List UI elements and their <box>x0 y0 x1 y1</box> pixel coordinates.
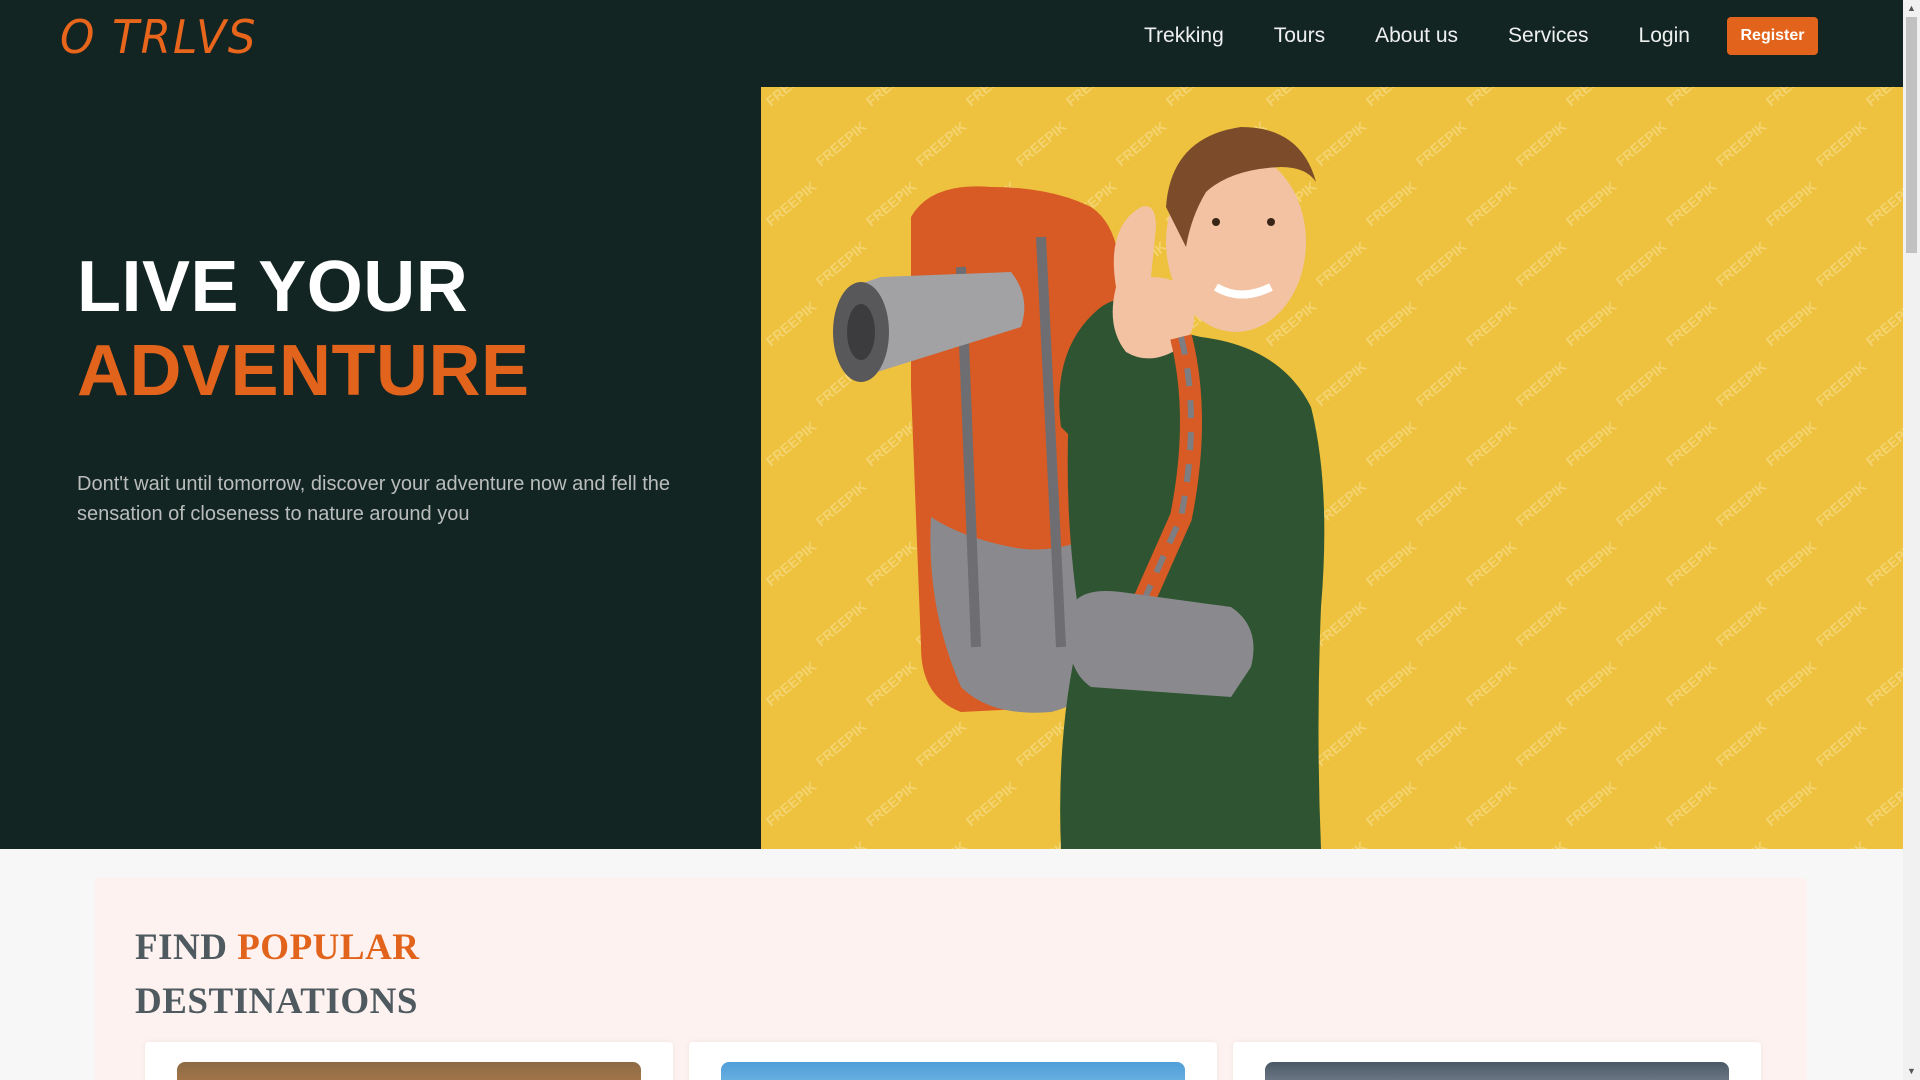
hero-text-panel: LIVE YOUR ADVENTURE Dont't wait until to… <box>0 87 761 849</box>
nav-link-about-us[interactable]: About us <box>1375 24 1458 48</box>
destination-thumbnail[interactable] <box>721 1062 1185 1080</box>
hero-title-line1: LIVE YOUR <box>77 247 469 327</box>
backpacker-illustration: FREEPIK FREEPIK FREEPIK FREEPIK FREEPIK FREEP… <box>761 87 1903 849</box>
destination-card[interactable] <box>1233 1042 1761 1080</box>
main-nav: Trekking Tours About us Services Login <box>1144 24 1690 48</box>
hero-title-line2: ADVENTURE <box>77 331 530 411</box>
destination-card[interactable] <box>145 1042 673 1080</box>
hero-title: LIVE YOUR ADVENTURE <box>77 245 530 413</box>
destinations-title-word2: POPULAR <box>237 927 420 968</box>
hero-image-backpacker: FREEPIK FREEPIK FREEPIK FREEPIK FREEPIK FREEP… <box>761 87 1903 849</box>
nav-link-services[interactable]: Services <box>1508 24 1589 48</box>
nav-link-login[interactable]: Login <box>1639 24 1690 48</box>
destination-thumbnail[interactable] <box>1265 1062 1729 1080</box>
site-header: O TRLVS Trekking Tours About us Services… <box>0 0 1903 87</box>
destination-card[interactable] <box>689 1042 1217 1080</box>
page-scrollbar[interactable]: ▲ ▼ <box>1903 0 1920 1080</box>
popular-destinations-section: FIND POPULAR DESTINATIONS <box>95 878 1807 1080</box>
site-logo[interactable]: O TRLVS <box>60 10 257 64</box>
scroll-up-arrow-icon[interactable]: ▲ <box>1903 0 1920 17</box>
destination-thumbnail[interactable] <box>177 1062 641 1080</box>
destinations-title-line2: DESTINATIONS <box>135 981 418 1022</box>
hero-description: Dont't wait until tomorrow, discover you… <box>77 473 671 525</box>
destinations-title-word1: FIND <box>135 927 228 968</box>
scroll-down-arrow-icon[interactable]: ▼ <box>1903 1063 1920 1080</box>
scroll-thumb[interactable] <box>1906 17 1917 253</box>
nav-link-trekking[interactable]: Trekking <box>1144 24 1224 48</box>
page: O TRLVS Trekking Tours About us Services… <box>0 0 1903 1080</box>
destinations-title: FIND POPULAR DESTINATIONS <box>135 921 420 1029</box>
register-button[interactable]: Register <box>1727 17 1818 55</box>
nav-link-tours[interactable]: Tours <box>1274 24 1325 48</box>
